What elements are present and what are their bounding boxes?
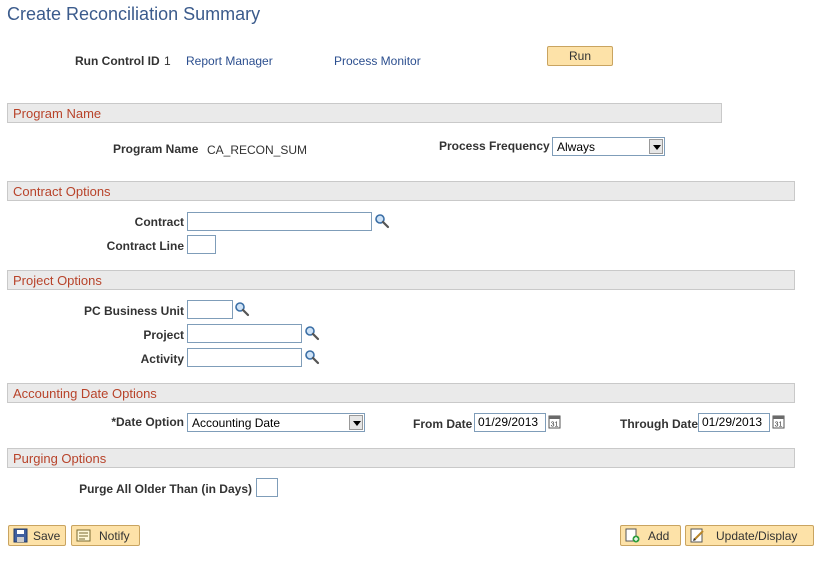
date-option-label: *Date Option: [111, 415, 184, 429]
pc-business-unit-input[interactable]: [187, 300, 233, 319]
run-control-id-label: Run Control ID: [75, 54, 160, 68]
add-icon: [625, 528, 640, 543]
notify-icon: [76, 529, 91, 542]
floppy-disk-icon: [13, 528, 28, 543]
update-display-icon: [690, 528, 704, 543]
chevron-down-icon[interactable]: [349, 415, 363, 430]
section-title: Program Name: [13, 106, 102, 121]
process-frequency-label: Process Frequency: [439, 139, 550, 153]
activity-input[interactable]: [187, 348, 302, 367]
page-title: Create Reconciliation Summary: [7, 4, 261, 24]
date-option-select[interactable]: Accounting Date: [187, 413, 365, 432]
svg-text:31: 31: [775, 422, 783, 429]
section-title: Purging Options: [13, 451, 107, 466]
save-label: Save: [33, 529, 61, 543]
notify-button[interactable]: Notify: [71, 525, 140, 546]
project-input[interactable]: [187, 324, 302, 343]
from-date-label: From Date: [413, 417, 473, 431]
search-icon[interactable]: [304, 349, 320, 365]
run-button[interactable]: Run: [547, 46, 613, 66]
contract-line-label: Contract Line: [106, 239, 184, 253]
section-contract-options: Contract Options: [7, 181, 795, 201]
through-date-input[interactable]: 01/29/2013: [698, 413, 770, 432]
project-label: Project: [143, 328, 184, 342]
add-button[interactable]: Add: [620, 525, 681, 546]
activity-label: Activity: [140, 352, 184, 366]
update-display-button[interactable]: Update/Display: [685, 525, 814, 546]
chevron-down-icon[interactable]: [649, 139, 663, 154]
update-display-label: Update/Display: [716, 529, 798, 543]
search-icon[interactable]: [304, 325, 320, 341]
calendar-icon[interactable]: 31: [548, 414, 561, 429]
date-option-value: Accounting Date: [192, 416, 281, 430]
process-frequency-select[interactable]: Always: [552, 137, 665, 156]
search-icon[interactable]: [234, 301, 250, 317]
section-program-name: Program Name: [7, 103, 722, 123]
program-name-value: CA_RECON_SUM: [207, 143, 308, 157]
program-name-label: Program Name: [113, 142, 199, 156]
process-frequency-value: Always: [557, 140, 596, 154]
through-date-label: Through Date: [620, 417, 698, 431]
contract-line-input[interactable]: [187, 235, 216, 254]
section-title: Project Options: [13, 273, 102, 288]
run-control-id-value: 1: [164, 54, 171, 68]
notify-label: Notify: [99, 529, 130, 543]
section-accounting-date-options: Accounting Date Options: [7, 383, 795, 403]
svg-text:31: 31: [551, 422, 559, 429]
process-monitor-link[interactable]: Process Monitor: [334, 54, 421, 68]
purge-days-input[interactable]: [256, 478, 278, 497]
contract-label: Contract: [134, 215, 184, 229]
section-purging-options: Purging Options: [7, 448, 795, 468]
purge-days-label: Purge All Older Than (in Days): [79, 482, 252, 496]
section-title: Contract Options: [13, 184, 111, 199]
section-title: Accounting Date Options: [13, 386, 157, 401]
calendar-icon[interactable]: 31: [772, 414, 785, 429]
section-project-options: Project Options: [7, 270, 795, 290]
add-label: Add: [648, 529, 670, 543]
save-button[interactable]: Save: [8, 525, 66, 546]
from-date-input[interactable]: 01/29/2013: [474, 413, 546, 432]
pc-business-unit-label: PC Business Unit: [83, 304, 184, 318]
contract-input[interactable]: [187, 212, 372, 231]
search-icon[interactable]: [374, 213, 390, 229]
report-manager-link[interactable]: Report Manager: [186, 54, 273, 68]
